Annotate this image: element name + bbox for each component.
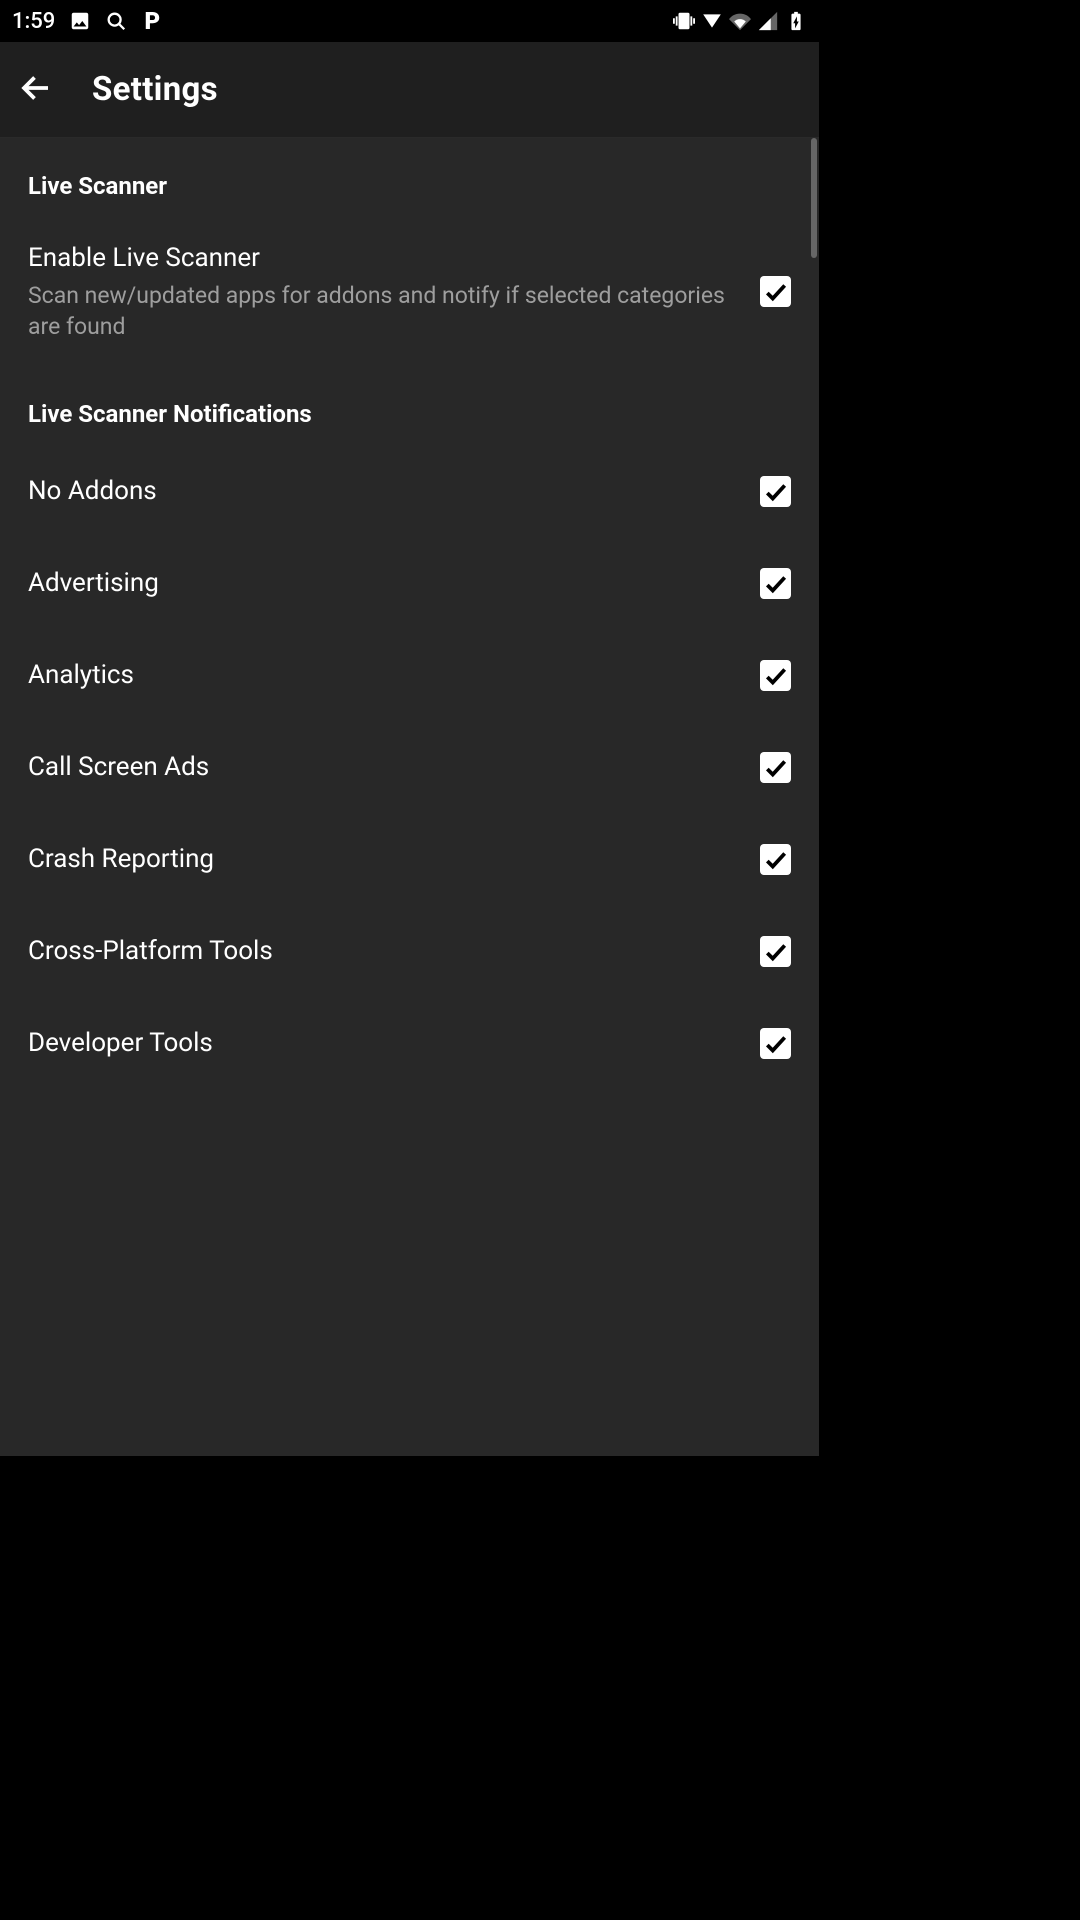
setting-developer-tools[interactable]: Developer Tools <box>0 998 819 1090</box>
app-bar: Settings <box>0 42 819 138</box>
setting-subtitle: Scan new/updated apps for addons and not… <box>28 280 740 342</box>
status-time: 1:59 <box>12 9 55 34</box>
section-live-scanner: Live Scanner <box>0 138 819 218</box>
download-indicator-icon <box>701 10 723 32</box>
setting-title: Developer Tools <box>28 1027 740 1061</box>
setting-title: Analytics <box>28 659 740 693</box>
checkbox-call-screen-ads[interactable] <box>760 752 791 783</box>
settings-content: Live Scanner Enable Live Scanner Scan ne… <box>0 138 819 1456</box>
setting-crash-reporting[interactable]: Crash Reporting <box>0 814 819 906</box>
back-icon[interactable] <box>18 70 54 110</box>
app-p-icon: P <box>141 10 163 32</box>
setting-call-screen-ads[interactable]: Call Screen Ads <box>0 722 819 814</box>
photos-icon <box>69 10 91 32</box>
setting-analytics[interactable]: Analytics <box>0 630 819 722</box>
setting-title: Advertising <box>28 567 740 601</box>
search-icon <box>105 10 127 32</box>
checkbox-analytics[interactable] <box>760 660 791 691</box>
setting-title: Enable Live Scanner <box>28 242 740 276</box>
setting-title: Call Screen Ads <box>28 751 740 785</box>
setting-title: Cross-Platform Tools <box>28 935 740 969</box>
setting-advertising[interactable]: Advertising <box>0 538 819 630</box>
vibrate-icon <box>673 10 695 32</box>
page-title: Settings <box>92 70 218 109</box>
setting-no-addons[interactable]: No Addons <box>0 446 819 538</box>
battery-charging-icon <box>785 10 807 32</box>
wifi-icon <box>729 10 751 32</box>
scrollbar[interactable] <box>811 138 817 258</box>
section-notifications: Live Scanner Notifications <box>0 366 819 446</box>
checkbox-cross-platform-tools[interactable] <box>760 936 791 967</box>
checkbox-advertising[interactable] <box>760 568 791 599</box>
setting-title: Crash Reporting <box>28 843 740 877</box>
status-bar: 1:59 P <box>0 0 819 42</box>
setting-title: No Addons <box>28 475 740 509</box>
setting-enable-live-scanner[interactable]: Enable Live Scanner Scan new/updated app… <box>0 218 819 366</box>
setting-cross-platform-tools[interactable]: Cross-Platform Tools <box>0 906 819 998</box>
checkbox-enable-live-scanner[interactable] <box>760 276 791 307</box>
checkbox-no-addons[interactable] <box>760 476 791 507</box>
checkbox-developer-tools[interactable] <box>760 1028 791 1059</box>
cellular-icon <box>757 10 779 32</box>
checkbox-crash-reporting[interactable] <box>760 844 791 875</box>
